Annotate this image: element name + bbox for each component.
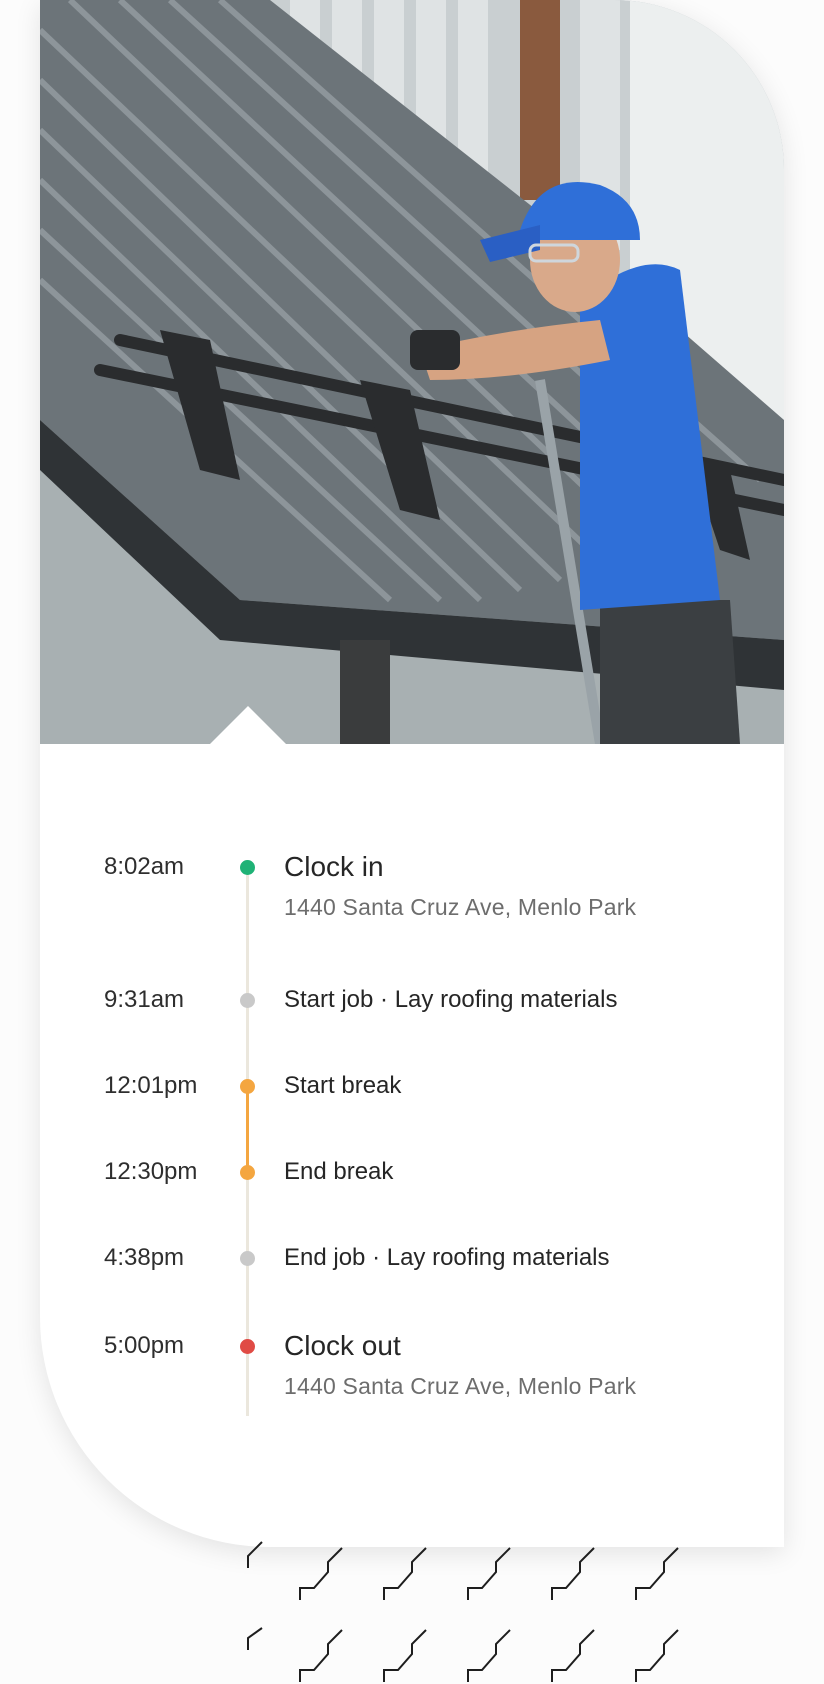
event-time: 9:31am <box>104 986 185 1013</box>
job-dot <box>240 993 255 1008</box>
break-dot <box>240 1165 255 1180</box>
roofer-photo <box>40 0 784 744</box>
event-time: 4:38pm <box>104 1244 185 1271</box>
event-time: 8:02am <box>104 853 185 880</box>
event-title: End job · Lay roofing materials <box>284 1244 610 1271</box>
event-address: 1440 Santa Cruz Ave, Menlo Park <box>284 894 637 920</box>
roof-pattern-decoration <box>247 1541 679 1682</box>
timesheet-card: 8:02am Clock in 1440 Santa Cruz Ave, Men… <box>40 0 784 1547</box>
event-title: End break <box>284 1158 394 1185</box>
event-title: Start break <box>284 1072 402 1099</box>
event-title: Clock out <box>284 1330 401 1361</box>
clock-in-dot <box>240 860 255 875</box>
break-dot <box>240 1079 255 1094</box>
break-track <box>246 1086 249 1173</box>
timeline: 8:02am Clock in 1440 Santa Cruz Ave, Men… <box>40 744 784 1547</box>
photo-pointer <box>208 706 288 746</box>
roof-illustration <box>40 0 784 744</box>
clock-out-dot <box>240 1339 255 1354</box>
event-address: 1440 Santa Cruz Ave, Menlo Park <box>284 1373 637 1399</box>
event-time: 5:00pm <box>104 1332 185 1359</box>
event-title: Start job · Lay roofing materials <box>284 986 618 1013</box>
event-title: Clock in <box>284 851 384 882</box>
job-dot <box>240 1251 255 1266</box>
event-time: 12:30pm <box>104 1158 198 1185</box>
event-time: 12:01pm <box>104 1072 198 1099</box>
